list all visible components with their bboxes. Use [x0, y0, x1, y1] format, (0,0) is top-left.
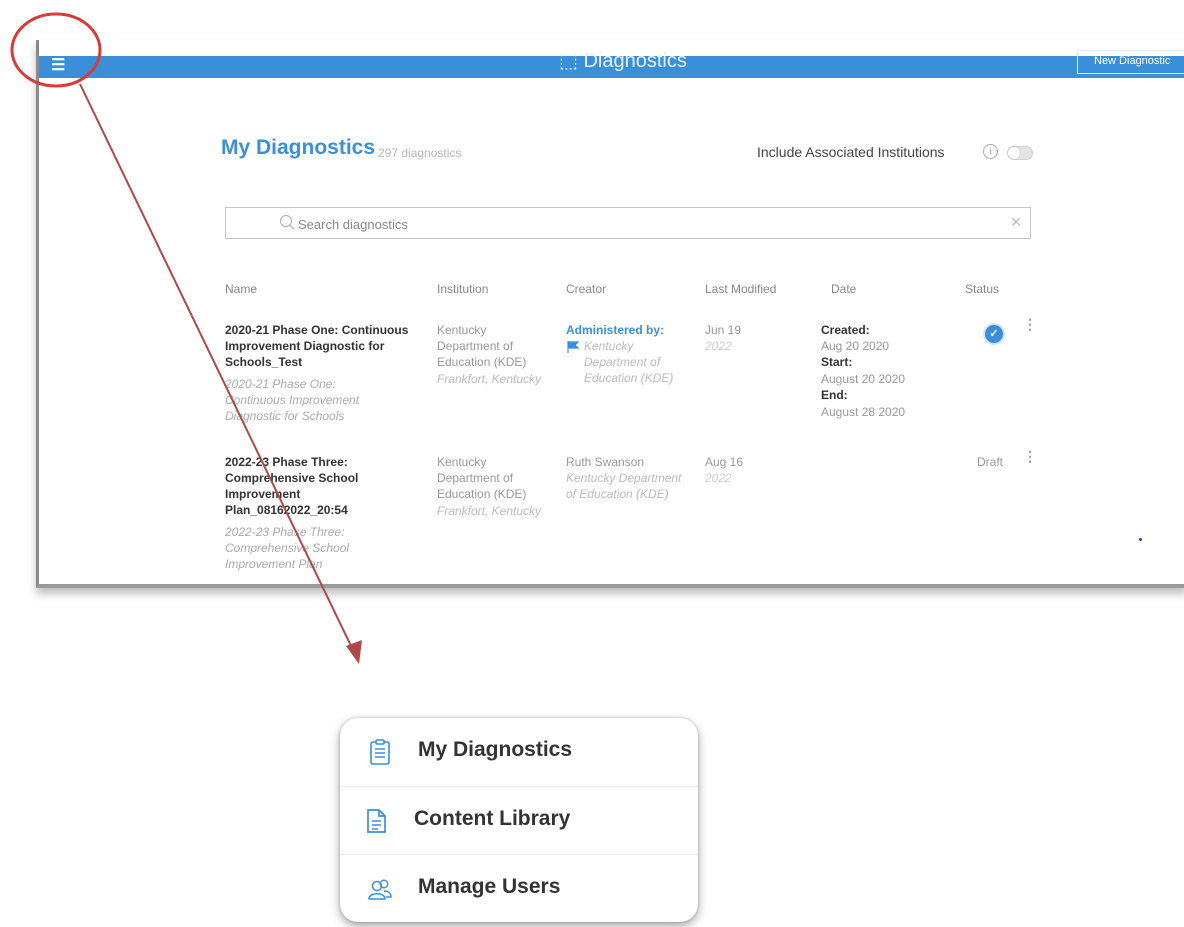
nav-label: Content Library — [414, 807, 571, 830]
nav-item-content-library[interactable]: Content Library — [340, 786, 698, 855]
diagnostic-name-link[interactable]: 2022-23 Phase Three: Comprehensive Schoo… — [225, 454, 425, 518]
nav-label: My Diagnostics — [418, 738, 573, 761]
diagnostics-count: 297 diagnostics — [378, 146, 462, 160]
nav-item-manage-users[interactable]: Manage Users — [340, 854, 698, 922]
toggle-knob — [1008, 147, 1020, 159]
created-date: Aug 20 2020 — [821, 339, 890, 353]
diagnostic-subtitle: 2022-23 Phase Three: Comprehensive Schoo… — [225, 525, 350, 571]
start-label: Start: — [821, 355, 853, 369]
column-header-last-modified[interactable]: Last Modified — [705, 282, 776, 296]
annotation-arrow-head — [346, 640, 362, 664]
diagnostics-icon: ⬚ — [559, 50, 578, 72]
column-header-creator[interactable]: Creator — [566, 282, 606, 296]
creator-organization: Kentucky Department of Education (KDE) — [566, 471, 682, 501]
status-check-icon: ✓ — [985, 325, 1003, 343]
status-badge: Draft — [977, 455, 1004, 469]
app-screenshot: ☰ ⬚ Diagnostics New Diagnostic My Diagno… — [36, 40, 1184, 588]
institution-name: Kentucky Department of Education (KDE) — [437, 323, 527, 369]
diagnostic-name-link[interactable]: 2020-21 Phase One: Continuous Improvemen… — [225, 322, 425, 370]
navigation-menu-card: My Diagnostics Content Library Manage Us… — [340, 718, 698, 922]
last-modified-date: Jun 19 — [705, 323, 742, 337]
clipboard-icon — [370, 739, 390, 765]
last-modified-date: Aug 16 — [705, 455, 744, 469]
page-title: My Diagnostics — [221, 136, 376, 159]
search-icon — [280, 215, 292, 227]
document-icon — [367, 809, 386, 833]
end-label: End: — [821, 388, 848, 402]
creator-name: Ruth Swanson — [566, 455, 645, 469]
hamburger-menu-icon[interactable]: ☰ — [51, 58, 65, 74]
column-header-status[interactable]: Status — [965, 282, 999, 296]
search-box: ✕ — [225, 207, 1031, 239]
new-diagnostic-button[interactable]: New Diagnostic — [1077, 50, 1184, 74]
creator-organization: Kentucky Department of Education (KDE) — [584, 339, 674, 385]
app-title: ⬚ Diagnostics — [559, 50, 687, 72]
created-label: Created: — [821, 323, 870, 337]
top-bar: ☰ ⬚ Diagnostics New Diagnostic — [39, 50, 1184, 78]
institution-location: Frankfort, Kentucky — [437, 504, 542, 518]
clear-icon[interactable]: ✕ — [1010, 214, 1022, 231]
column-header-date[interactable]: Date — [831, 282, 856, 296]
start-date: August 20 2020 — [821, 372, 906, 386]
end-date: August 28 2020 — [821, 405, 906, 419]
users-icon — [368, 879, 392, 900]
institution-location: Frankfort, Kentucky — [437, 372, 542, 386]
include-associated-label: Include Associated Institutions — [757, 144, 945, 160]
column-header-name[interactable]: Name — [225, 282, 257, 296]
nav-label: Manage Users — [418, 875, 561, 898]
administered-by-label: Administered by: — [566, 323, 665, 337]
include-associated-toggle[interactable] — [1007, 146, 1033, 160]
nav-item-my-diagnostics[interactable]: My Diagnostics — [340, 718, 698, 786]
column-header-institution[interactable]: Institution — [437, 282, 488, 296]
decorative-dot — [1139, 538, 1142, 541]
last-modified-year: 2022 — [705, 471, 732, 485]
flag-icon — [567, 341, 579, 353]
diagnostic-subtitle: 2020-21 Phase One: Continuous Improvemen… — [225, 377, 360, 423]
last-modified-year: 2022 — [705, 339, 732, 353]
search-input[interactable] — [296, 213, 940, 235]
row-menu-icon[interactable]: ⋮ — [1023, 448, 1037, 465]
institution-name: Kentucky Department of Education (KDE) — [437, 455, 527, 501]
info-icon[interactable]: i — [983, 144, 998, 159]
row-menu-icon[interactable]: ⋮ — [1023, 316, 1037, 333]
